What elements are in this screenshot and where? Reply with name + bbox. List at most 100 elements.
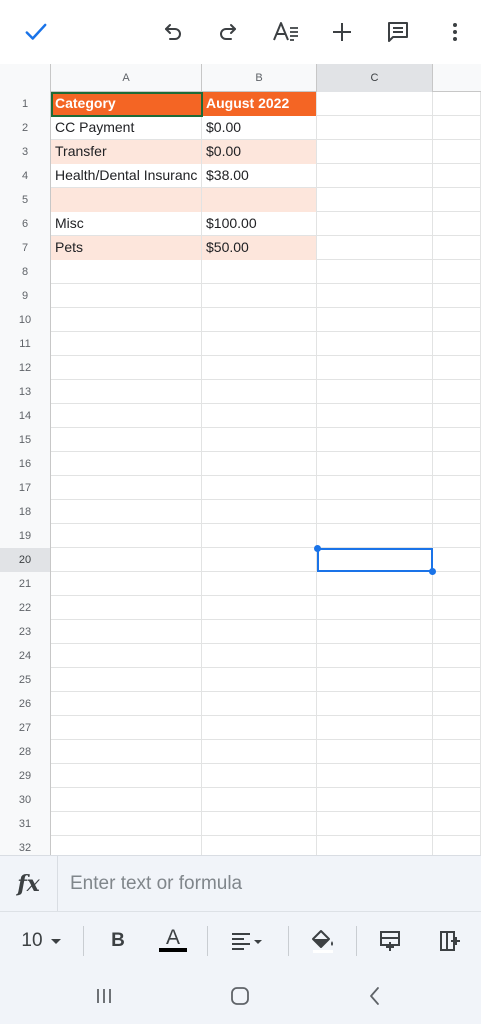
cell-c32[interactable] [317, 836, 433, 855]
cell-b18[interactable] [202, 500, 317, 524]
row-header[interactable]: 8 [0, 260, 51, 284]
cell-a10[interactable] [51, 308, 202, 332]
cell-b21[interactable] [202, 572, 317, 596]
select-all-corner[interactable] [0, 64, 51, 92]
cell-d19[interactable] [433, 524, 481, 548]
cell-a15[interactable] [51, 428, 202, 452]
row-header[interactable]: 15 [0, 428, 51, 452]
cell-d24[interactable] [433, 644, 481, 668]
cell-a12[interactable] [51, 356, 202, 380]
cell-a28[interactable] [51, 740, 202, 764]
cell-b29[interactable] [202, 764, 317, 788]
cell-c25[interactable] [317, 668, 433, 692]
row-header[interactable]: 16 [0, 452, 51, 476]
cell-a6[interactable]: Misc [51, 212, 202, 236]
cell-c21[interactable] [317, 572, 433, 596]
undo-icon[interactable] [153, 12, 193, 52]
row-header[interactable]: 11 [0, 332, 51, 356]
cell-b11[interactable] [202, 332, 317, 356]
cell-d14[interactable] [433, 404, 481, 428]
cell-d9[interactable] [433, 284, 481, 308]
cell-b1[interactable]: August 2022 [202, 92, 317, 116]
cell-b23[interactable] [202, 620, 317, 644]
cell-d13[interactable] [433, 380, 481, 404]
row-header[interactable]: 6 [0, 212, 51, 236]
row-header[interactable]: 1 [0, 92, 51, 116]
cell-a17[interactable] [51, 476, 202, 500]
cell-b32[interactable] [202, 836, 317, 855]
cell-c6[interactable] [317, 212, 433, 236]
cell-c29[interactable] [317, 764, 433, 788]
cell-b8[interactable] [202, 260, 317, 284]
cell-b20[interactable] [202, 548, 317, 572]
cell-a5[interactable] [51, 188, 202, 212]
cell-a18[interactable] [51, 500, 202, 524]
cell-a24[interactable] [51, 644, 202, 668]
row-header[interactable]: 9 [0, 284, 51, 308]
home-icon[interactable] [210, 968, 270, 1024]
row-header[interactable]: 20 [0, 548, 51, 572]
cell-c9[interactable] [317, 284, 433, 308]
insert-column-button[interactable] [430, 912, 470, 969]
cell-a4[interactable]: Health/Dental Insuranc [51, 164, 202, 188]
selection-handle-top[interactable] [314, 545, 321, 552]
cell-a25[interactable] [51, 668, 202, 692]
cell-d26[interactable] [433, 692, 481, 716]
column-header-a[interactable]: A [51, 64, 202, 92]
column-header-c[interactable]: C [317, 64, 433, 92]
selection-handle-bottom[interactable] [429, 568, 436, 575]
cell-a8[interactable] [51, 260, 202, 284]
row-header[interactable]: 10 [0, 308, 51, 332]
cell-a7[interactable]: Pets [51, 236, 202, 260]
check-icon[interactable] [16, 12, 56, 52]
back-icon[interactable] [345, 968, 405, 1024]
cell-d25[interactable] [433, 668, 481, 692]
cell-a20[interactable] [51, 548, 202, 572]
cell-b2[interactable]: $0.00 [202, 116, 317, 140]
spreadsheet-grid[interactable]: A B C 1 Category August 2022 2 CC Payment $0.… [0, 64, 481, 855]
cell-c2[interactable] [317, 116, 433, 140]
cell-a22[interactable] [51, 596, 202, 620]
cell-b24[interactable] [202, 644, 317, 668]
comment-icon[interactable] [378, 12, 418, 52]
cell-c31[interactable] [317, 812, 433, 836]
row-header[interactable]: 13 [0, 380, 51, 404]
cell-c1[interactable] [317, 92, 433, 116]
cell-a1[interactable]: Category [51, 92, 202, 116]
cell-a19[interactable] [51, 524, 202, 548]
cell-c28[interactable] [317, 740, 433, 764]
align-button[interactable] [222, 912, 272, 969]
row-header[interactable]: 19 [0, 524, 51, 548]
cell-b28[interactable] [202, 740, 317, 764]
cell-d1[interactable] [433, 92, 481, 116]
cell-c8[interactable] [317, 260, 433, 284]
cell-d27[interactable] [433, 716, 481, 740]
cell-b9[interactable] [202, 284, 317, 308]
cell-c20[interactable] [317, 548, 433, 572]
cell-a30[interactable] [51, 788, 202, 812]
cell-c15[interactable] [317, 428, 433, 452]
cell-d28[interactable] [433, 740, 481, 764]
row-header[interactable]: 31 [0, 812, 51, 836]
cell-d11[interactable] [433, 332, 481, 356]
cell-c30[interactable] [317, 788, 433, 812]
bold-button[interactable]: B [98, 912, 138, 969]
cell-c7[interactable] [317, 236, 433, 260]
cell-b3[interactable]: $0.00 [202, 140, 317, 164]
cell-d21[interactable] [433, 572, 481, 596]
fill-color-button[interactable] [302, 912, 344, 969]
cell-b31[interactable] [202, 812, 317, 836]
row-header[interactable]: 17 [0, 476, 51, 500]
row-header[interactable]: 7 [0, 236, 51, 260]
cell-b26[interactable] [202, 692, 317, 716]
cell-b4[interactable]: $38.00 [202, 164, 317, 188]
row-header[interactable]: 3 [0, 140, 51, 164]
cell-a23[interactable] [51, 620, 202, 644]
cell-d8[interactable] [433, 260, 481, 284]
cell-c4[interactable] [317, 164, 433, 188]
recents-icon[interactable] [74, 968, 134, 1024]
cell-d29[interactable] [433, 764, 481, 788]
cell-d4[interactable] [433, 164, 481, 188]
cell-a32[interactable] [51, 836, 202, 855]
cell-c27[interactable] [317, 716, 433, 740]
